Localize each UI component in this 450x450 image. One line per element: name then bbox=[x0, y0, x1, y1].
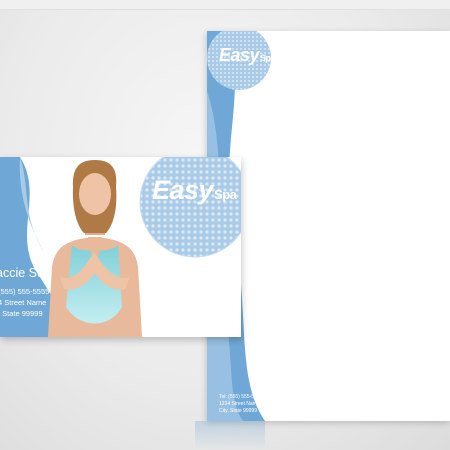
letterhead-city: City, State 99999 bbox=[219, 408, 257, 414]
card-phone: (555) 555-5555 bbox=[0, 287, 50, 296]
top-strip bbox=[0, 0, 450, 10]
letterhead-contact: Tel: (555) 555-5555 1234 Street Name Cit… bbox=[219, 394, 262, 415]
letterhead-reflection bbox=[195, 421, 265, 450]
card-logo: EasySpa bbox=[152, 175, 237, 205]
letterhead-logo: EasySpa bbox=[219, 45, 276, 65]
person-illustration bbox=[48, 160, 142, 337]
letterhead-street: 1234 Street Name bbox=[219, 401, 260, 407]
card-name: accie Sun bbox=[0, 266, 51, 280]
letterhead-phone: Tel: (555) 555-5555 bbox=[219, 394, 263, 400]
card-city: , State 99999 bbox=[0, 309, 43, 318]
card-street: 4 Street Name bbox=[0, 298, 47, 307]
letterhead-decoration bbox=[207, 31, 271, 421]
business-card: EasySpa accie Sun (555) 555-5555 4 Stree… bbox=[0, 157, 241, 337]
letterhead: EasySpa Tel: (555) 555-5555 1234 Street … bbox=[207, 31, 450, 421]
